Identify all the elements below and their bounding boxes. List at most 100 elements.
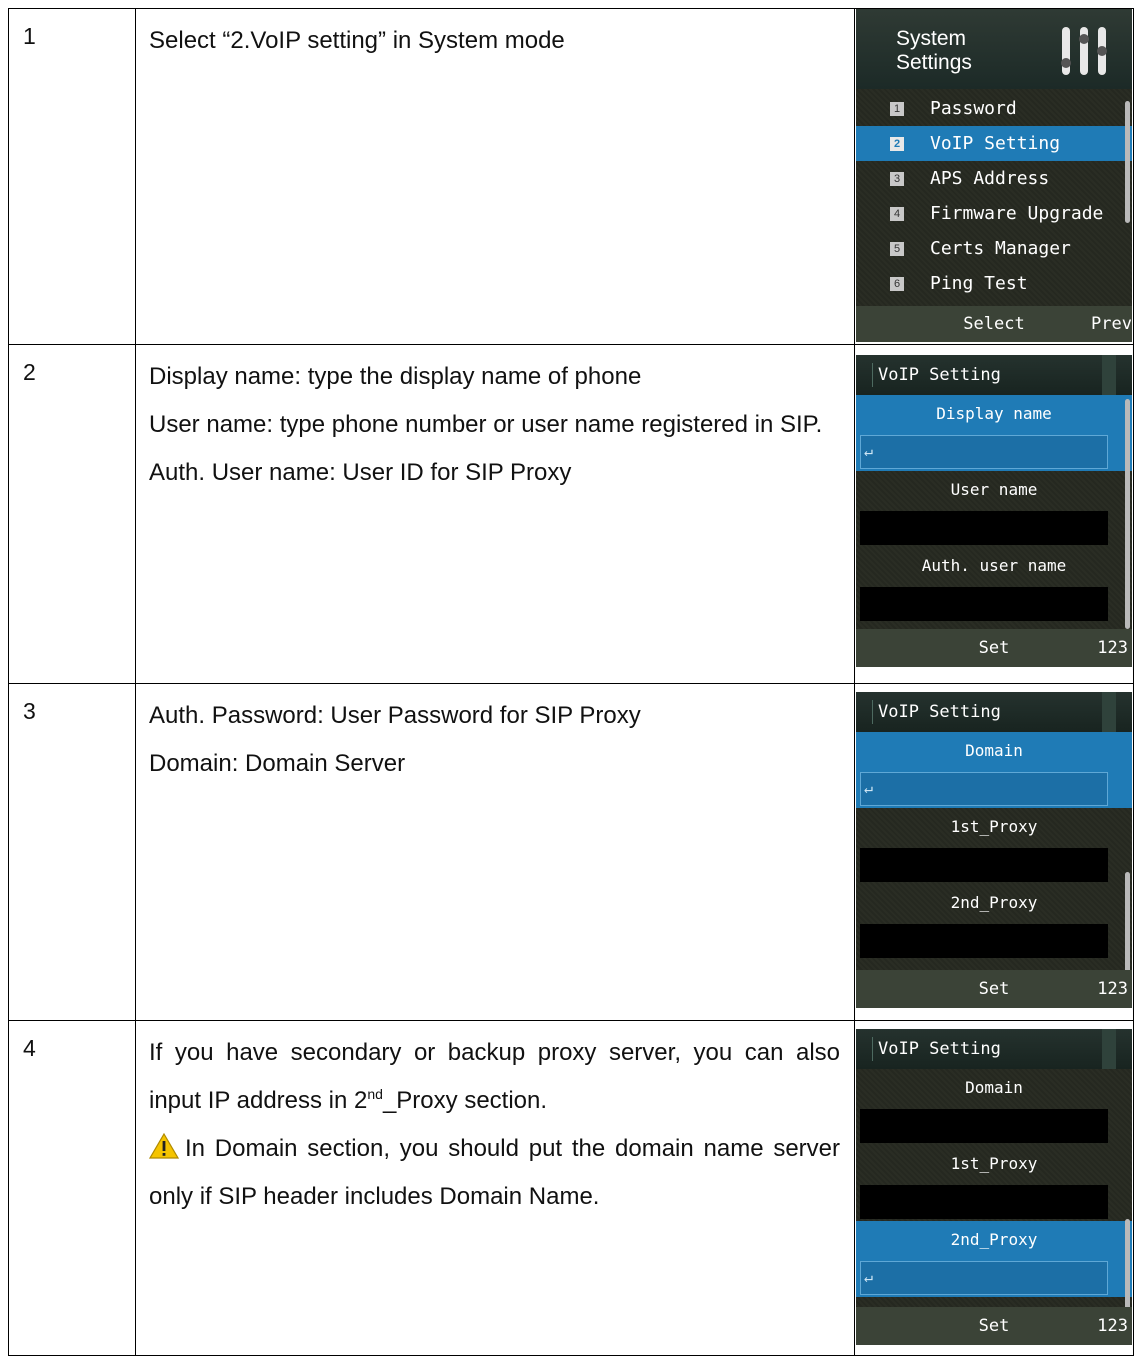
text-input-field[interactable]: ↵ xyxy=(856,770,1132,808)
text-input-field[interactable] xyxy=(856,846,1132,884)
text-cursor-icon: ↵ xyxy=(864,442,874,460)
step-row: 1 Select “2.VoIP setting” in System mode… xyxy=(8,8,1134,345)
menu-item-label: Certs Manager xyxy=(930,238,1071,259)
scrollbar[interactable] xyxy=(1125,872,1130,982)
step-text: Select “2.VoIP setting” in System mode xyxy=(149,27,565,54)
menu-item-label: Password xyxy=(930,98,1017,119)
step-description: If you have secondary or backup proxy se… xyxy=(135,1020,855,1356)
text-input-field[interactable]: ↵ xyxy=(856,433,1132,471)
input-box[interactable]: ↵ xyxy=(860,1261,1108,1295)
input-box[interactable] xyxy=(860,1109,1108,1143)
step-description: Select “2.VoIP setting” in System mode xyxy=(135,8,855,345)
text-input-field[interactable] xyxy=(856,585,1132,623)
softkey-set[interactable]: Set xyxy=(856,1316,1132,1336)
step-row: 2 Display name: type the display name of… xyxy=(8,344,1134,684)
screen-title: VoIP Setting xyxy=(878,702,1001,722)
softkey-input-mode[interactable]: 123 xyxy=(1097,638,1128,658)
voip-setting-screen: VoIP Setting Domain ↵ 1st_Proxy 2nd_Proxy Set… xyxy=(856,692,1132,1008)
softkey-set[interactable]: Set xyxy=(856,638,1132,658)
menu-number-badge: 6 xyxy=(890,276,904,291)
text-cursor-icon: ↵ xyxy=(864,779,874,797)
menu-number-badge: 3 xyxy=(890,171,904,186)
step-paragraph: If you have secondary or backup proxy se… xyxy=(149,1039,840,1114)
softkey-input-mode[interactable]: 123 xyxy=(1097,979,1128,999)
settings-sliders-icon xyxy=(1061,27,1107,75)
step-number: 1 xyxy=(8,8,136,345)
screen-header: VoIP Setting xyxy=(856,355,1132,395)
step-warning: In Domain section, you should put the do… xyxy=(149,1133,840,1210)
softkey-set[interactable]: Set xyxy=(856,979,1132,999)
softkey-bar: Set 123 xyxy=(856,629,1132,667)
menu-item-label: Ping Test xyxy=(930,273,1028,294)
menu-item[interactable]: 1 Password xyxy=(856,91,1132,126)
screen-header: VoIP Setting xyxy=(856,692,1132,732)
menu-number-badge: 4 xyxy=(890,206,904,221)
phone-screenshot: VoIP Setting Display name ↵ User name Auth. … xyxy=(854,344,1134,684)
screen-title: VoIP Setting xyxy=(878,1039,1001,1059)
input-box[interactable] xyxy=(860,511,1108,545)
step-number: 2 xyxy=(8,344,136,684)
screen-header: VoIP Setting xyxy=(856,1029,1132,1069)
scrollbar[interactable] xyxy=(1125,101,1130,223)
field-label: 2nd_Proxy xyxy=(950,893,1038,912)
menu-item[interactable]: 4 Firmware Upgrade xyxy=(856,196,1132,231)
menu-number-badge: 5 xyxy=(890,241,904,256)
step-line: Auth. User name: User ID for SIP Proxy xyxy=(149,459,572,486)
menu-item-label: VoIP Setting xyxy=(930,133,1061,154)
softkey-bar: Set 123 xyxy=(856,1307,1132,1345)
text-cursor-icon: ↵ xyxy=(864,1268,874,1286)
input-box[interactable] xyxy=(860,924,1108,958)
field-label: Auth. user name xyxy=(921,556,1067,575)
text-input-field[interactable] xyxy=(856,1183,1132,1221)
step-number: 3 xyxy=(8,683,136,1021)
input-box[interactable]: ↵ xyxy=(860,435,1108,469)
text-input-field[interactable] xyxy=(856,1107,1132,1145)
phone-screenshot: VoIP Setting Domain ↵ 1st_Proxy 2nd_Proxy Set… xyxy=(854,683,1134,1021)
scrollbar[interactable] xyxy=(1125,399,1130,629)
menu-item[interactable]: 2 VoIP Setting xyxy=(856,126,1132,161)
text-input-field[interactable]: ↵ xyxy=(856,1259,1132,1297)
menu-item[interactable]: 5 Certs Manager xyxy=(856,231,1132,266)
field-label: Domain xyxy=(856,732,1132,770)
menu-item-label: Firmware Upgrade xyxy=(930,203,1104,224)
step-description: Display name: type the display name of p… xyxy=(135,344,855,684)
menu-item[interactable]: 6 Ping Test xyxy=(856,266,1132,301)
field-label: 1st_Proxy xyxy=(950,1154,1038,1173)
step-row: 4 If you have secondary or backup proxy … xyxy=(8,1020,1134,1356)
softkey-prev[interactable]: Prev xyxy=(1091,314,1132,334)
step-line: Auth. Password: User Password for SIP Pr… xyxy=(149,702,641,729)
step-line: Display name: type the display name of p… xyxy=(149,363,642,390)
system-settings-screen: System Settings 1 Password 2 VoIP Setting 3 A… xyxy=(856,9,1132,342)
field-label: Domain xyxy=(965,1078,1023,1097)
voip-setting-screen: VoIP Setting Domain 1st_Proxy 2nd_Proxy ↵ Set… xyxy=(856,1029,1132,1345)
step-line: User name: type phone number or user nam… xyxy=(149,411,823,438)
input-box[interactable]: ↵ xyxy=(860,772,1108,806)
softkey-bar: Set 123 xyxy=(856,970,1132,1008)
input-box[interactable] xyxy=(860,1185,1108,1219)
softkey-bar: Select Prev xyxy=(856,306,1132,342)
steps-table: 1 Select “2.VoIP setting” in System mode… xyxy=(8,8,1134,1356)
screen-title: System Settings xyxy=(896,27,972,74)
field-label: Display name xyxy=(856,395,1132,433)
step-description: Auth. Password: User Password for SIP Pr… xyxy=(135,683,855,1021)
menu-number-badge: 2 xyxy=(890,136,904,151)
warning-triangle-icon xyxy=(149,1133,179,1159)
voip-setting-screen: VoIP Setting Display name ↵ User name Auth. … xyxy=(856,355,1132,667)
text-input-field[interactable] xyxy=(856,509,1132,547)
menu-list: 1 Password 2 VoIP Setting 3 APS Address 4 Firmw… xyxy=(856,89,1132,301)
field-label: 2nd_Proxy xyxy=(856,1221,1132,1259)
field-label: User name xyxy=(950,480,1038,499)
step-line: Domain: Domain Server xyxy=(149,750,406,777)
field-label: 1st_Proxy xyxy=(950,817,1038,836)
menu-number-badge: 1 xyxy=(890,101,904,116)
screen-header: System Settings xyxy=(856,9,1132,89)
input-box[interactable] xyxy=(860,848,1108,882)
menu-item[interactable]: 3 APS Address xyxy=(856,161,1132,196)
softkey-input-mode[interactable]: 123 xyxy=(1097,1316,1128,1336)
phone-screenshot: System Settings 1 Password 2 VoIP Setting 3 A… xyxy=(854,8,1134,345)
step-number: 4 xyxy=(8,1020,136,1356)
input-box[interactable] xyxy=(860,587,1108,621)
text-input-field[interactable] xyxy=(856,922,1132,960)
menu-item-label: APS Address xyxy=(930,168,1050,189)
phone-screenshot: VoIP Setting Domain 1st_Proxy 2nd_Proxy ↵ Set… xyxy=(854,1020,1134,1356)
